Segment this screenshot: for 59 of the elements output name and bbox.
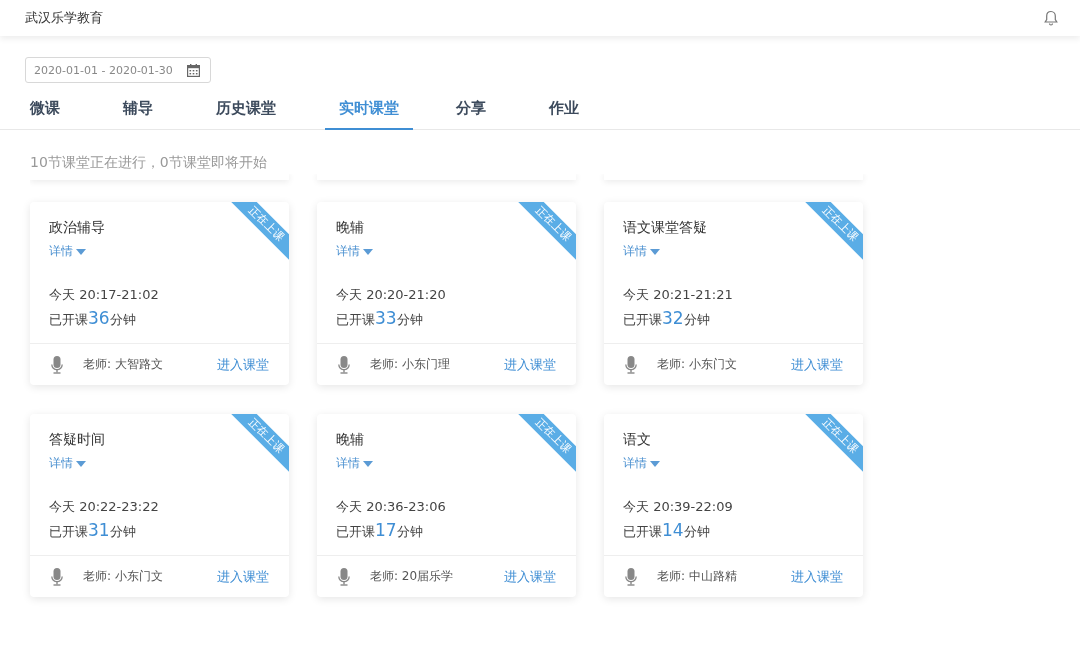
details-toggle[interactable]: 详情 — [336, 455, 373, 472]
class-time: 今天 20:17-21:02 — [49, 286, 159, 304]
caret-icon — [76, 460, 86, 467]
class-title: 晚辅 — [336, 219, 364, 237]
details-toggle[interactable]: 详情 — [49, 243, 86, 260]
status-summary: 10节课堂正在进行，0节课堂即将开始 — [30, 154, 268, 172]
microphone-icon — [338, 355, 350, 374]
details-toggle[interactable]: 详情 — [623, 243, 660, 260]
tab[interactable]: 辅导 — [113, 93, 163, 130]
tab[interactable]: 分享 — [446, 93, 496, 130]
class-time: 今天 20:20-21:20 — [336, 286, 446, 304]
elapsed-time: 已开课36分钟 — [49, 308, 136, 329]
caret-icon — [76, 248, 86, 255]
elapsed-time: 已开课17分钟 — [336, 520, 423, 541]
calendar-icon — [187, 63, 200, 77]
class-time: 今天 20:39-22:09 — [623, 498, 733, 516]
class-time: 今天 20:21-21:21 — [623, 286, 733, 304]
details-toggle[interactable]: 详情 — [336, 243, 373, 260]
bell-icon[interactable] — [1044, 10, 1058, 26]
caret-icon — [650, 248, 660, 255]
caret-icon — [363, 460, 373, 467]
enter-class-link[interactable]: 进入课堂 — [791, 567, 843, 586]
class-title: 晚辅 — [336, 431, 364, 449]
microphone-icon — [625, 567, 637, 586]
enter-class-link[interactable]: 进入课堂 — [791, 355, 843, 374]
class-title: 语文课堂答疑 — [623, 219, 707, 237]
enter-class-link[interactable]: 进入课堂 — [504, 567, 556, 586]
microphone-icon — [338, 567, 350, 586]
class-time: 今天 20:22-23:22 — [49, 498, 159, 516]
teacher-name: 老师: 小东门文 — [83, 568, 164, 585]
details-toggle[interactable]: 详情 — [623, 455, 660, 472]
details-toggle[interactable]: 详情 — [49, 455, 86, 472]
elapsed-time: 已开课31分钟 — [49, 520, 136, 541]
microphone-icon — [625, 355, 637, 374]
tab[interactable]: 实时课堂 — [325, 93, 413, 130]
elapsed-time: 已开课14分钟 — [623, 520, 710, 541]
caret-icon — [363, 248, 373, 255]
class-title: 政治辅导 — [49, 219, 105, 237]
app-title: 武汉乐学教育 — [25, 9, 103, 27]
microphone-icon — [51, 567, 63, 586]
teacher-name: 老师: 中山路精 — [657, 568, 738, 585]
teacher-name: 老师: 20届乐学 — [370, 568, 455, 585]
teacher-name: 老师: 大智路文 — [83, 356, 164, 373]
elapsed-time: 已开课32分钟 — [623, 308, 710, 329]
date-range-field[interactable]: 2020-01-01 - 2020-01-30 — [25, 57, 211, 83]
microphone-icon — [51, 355, 63, 374]
tab[interactable]: 微课 — [20, 93, 70, 130]
elapsed-time: 已开课33分钟 — [336, 308, 423, 329]
caret-icon — [650, 460, 660, 467]
tab[interactable]: 历史课堂 — [206, 93, 286, 130]
class-title: 答疑时间 — [49, 431, 105, 449]
enter-class-link[interactable]: 进入课堂 — [217, 355, 269, 374]
tab[interactable]: 作业 — [539, 93, 589, 130]
class-title: 语文 — [623, 431, 651, 449]
enter-class-link[interactable]: 进入课堂 — [504, 355, 556, 374]
class-time: 今天 20:36-23:06 — [336, 498, 446, 516]
enter-class-link[interactable]: 进入课堂 — [217, 567, 269, 586]
teacher-name: 老师: 小东门理 — [370, 356, 451, 373]
teacher-name: 老师: 小东门文 — [657, 356, 738, 373]
